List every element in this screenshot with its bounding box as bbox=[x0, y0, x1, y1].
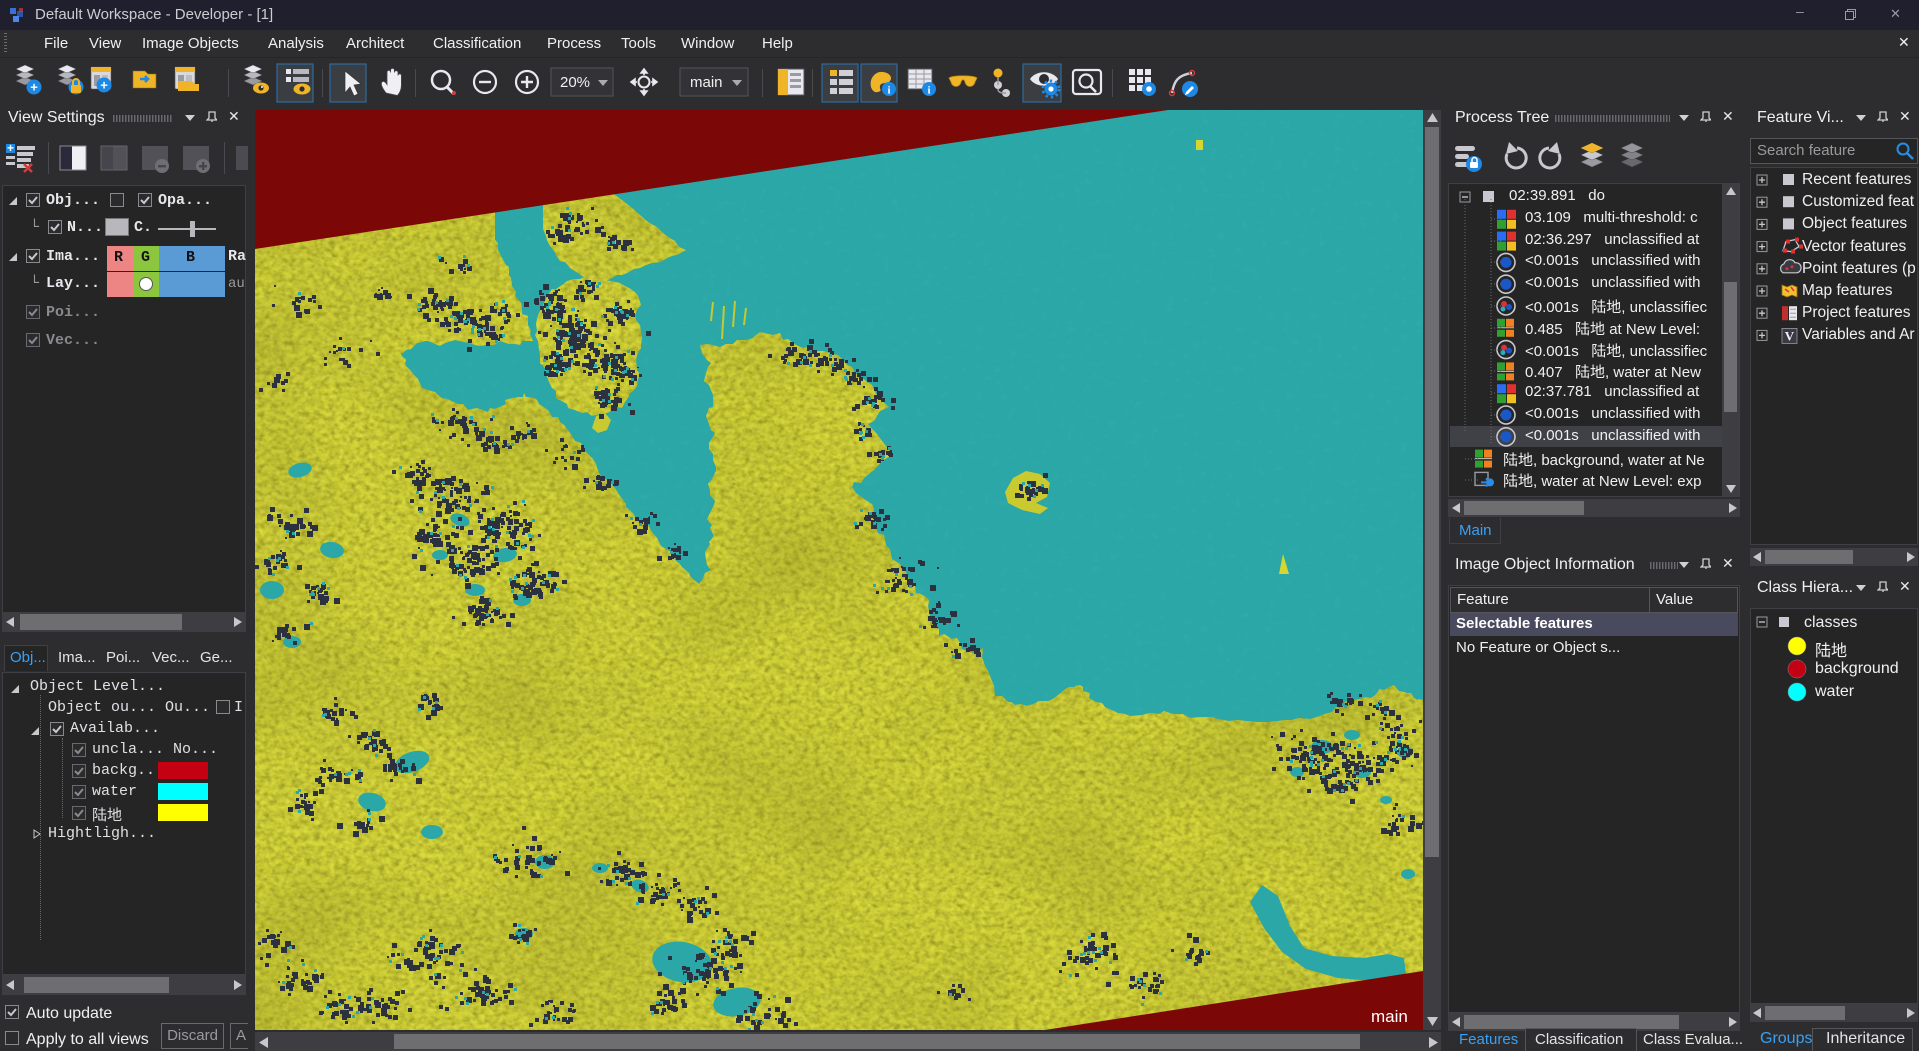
svg-text:i: i bbox=[887, 85, 890, 97]
svg-text:V: V bbox=[1785, 328, 1795, 343]
svg-text:+: + bbox=[30, 80, 38, 95]
svg-text:main: main bbox=[690, 74, 723, 91]
svg-text:+: + bbox=[100, 78, 108, 93]
svg-text:main: main bbox=[1371, 1007, 1408, 1026]
svg-text:20%: 20% bbox=[560, 74, 590, 91]
svg-text:i: i bbox=[927, 85, 930, 97]
svg-text:+: + bbox=[7, 141, 14, 155]
